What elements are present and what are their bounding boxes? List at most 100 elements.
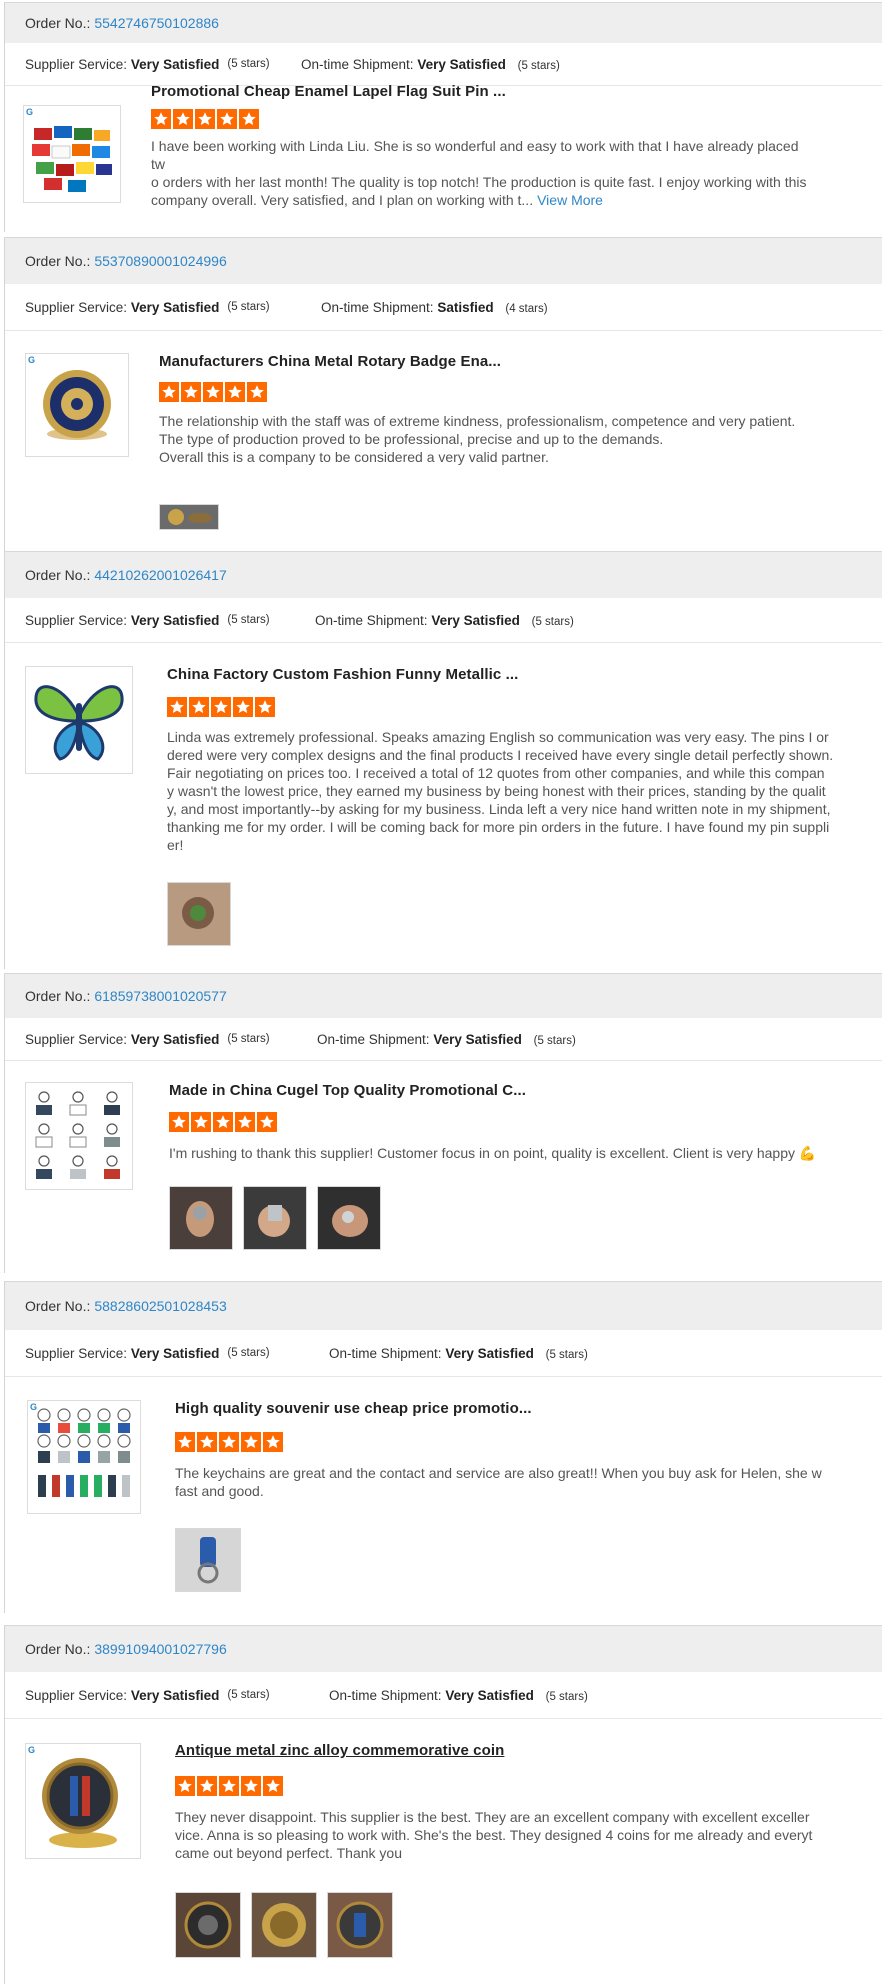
star-rating — [167, 697, 275, 717]
supplier-service-stars: (5 stars) — [227, 1347, 270, 1359]
ontime-shipment-stars: (5 stars) — [545, 1348, 588, 1361]
supplier-service-label: Supplier Service: — [25, 1687, 128, 1703]
review-text: I have been working with Linda Liu. She … — [151, 137, 811, 209]
ontime-shipment-label: On-time Shipment: — [317, 1031, 430, 1047]
order-number-link[interactable]: 61859738001020577 — [94, 988, 226, 1004]
flag-pins-image — [32, 126, 112, 192]
ontime-shipment-label: On-time Shipment: — [321, 299, 434, 315]
star-icon — [257, 1112, 277, 1132]
review-photo[interactable] — [169, 1186, 233, 1250]
review-line: The keychains are great and the contact … — [175, 1465, 822, 1481]
product-title-link[interactable]: High quality souvenir use cheap price pr… — [175, 1400, 532, 1417]
service-row: Supplier Service: Very Satisfied (5 star… — [5, 1018, 882, 1061]
product-title-link[interactable]: Manufacturers China Metal Rotary Badge E… — [159, 353, 501, 370]
order-no-label: Order No.: — [25, 988, 91, 1004]
supplier-service-stars: (5 stars) — [227, 301, 270, 313]
product-thumbnail[interactable]: G — [27, 1400, 141, 1514]
verified-icon: G — [26, 107, 34, 117]
order-bar: Order No.: 5542746750102886 — [5, 3, 882, 43]
review-line: The type of production proved to be prof… — [159, 431, 664, 447]
product-title-link[interactable]: Promotional Cheap Enamel Lapel Flag Suit… — [151, 83, 506, 100]
supplier-service-rating: Very Satisfied — [130, 1687, 220, 1703]
review-line: They never disappoint. This supplier is … — [175, 1809, 810, 1825]
shipment-group: On-time Shipment: Satisfied (4 stars) — [321, 300, 548, 315]
review-photo[interactable] — [251, 1892, 317, 1958]
view-more-link[interactable]: View More — [537, 192, 603, 208]
order-number-link[interactable]: 5542746750102886 — [94, 15, 219, 31]
supplier-service-stars: (5 stars) — [227, 614, 270, 626]
review-line: came out beyond perfect. Thank you — [175, 1845, 402, 1861]
butterfly-pin-image — [34, 685, 124, 761]
star-icon — [241, 1776, 261, 1796]
product-title-link[interactable]: Antique metal zinc alloy commemorative c… — [175, 1742, 504, 1759]
star-icon — [181, 382, 201, 402]
photo-image — [318, 1187, 380, 1249]
star-icon — [233, 697, 253, 717]
review-photo[interactable] — [317, 1186, 381, 1250]
order-number-link[interactable]: 38991094001027796 — [94, 1641, 226, 1657]
shipment-group: On-time Shipment: Very Satisfied (5 star… — [301, 57, 560, 72]
review-line: y wasn't the lowest price, they earned m… — [167, 783, 826, 799]
star-icon — [213, 1112, 233, 1132]
star-icon — [263, 1432, 283, 1452]
order-no-label: Order No.: — [25, 253, 91, 269]
shipment-group: On-time Shipment: Very Satisfied (5 star… — [317, 1032, 576, 1047]
order-bar: Order No.: 44210262001026417 — [5, 552, 882, 598]
star-icon — [197, 1432, 217, 1452]
review-photo[interactable] — [167, 882, 231, 946]
photo-image — [328, 1893, 392, 1957]
product-thumbnail[interactable]: G — [25, 353, 129, 457]
star-icon — [175, 1776, 195, 1796]
ontime-shipment-label: On-time Shipment: — [315, 612, 428, 628]
star-icon — [151, 109, 171, 129]
review-card: Order No.: 61859738001020577 Supplier Se… — [4, 973, 882, 1273]
review-text: The relationship with the staff was of e… — [159, 412, 859, 466]
review-card: Order No.: 58828602501028453 Supplier Se… — [4, 1281, 882, 1613]
supplier-service-label: Supplier Service: — [25, 612, 128, 628]
review-photo[interactable] — [327, 1892, 393, 1958]
ontime-shipment-rating: Very Satisfied — [417, 56, 506, 72]
ontime-shipment-label: On-time Shipment: — [329, 1345, 442, 1361]
order-number-link[interactable]: 58828602501028453 — [94, 1298, 226, 1314]
review-line: o orders with her last month! The qualit… — [151, 174, 807, 190]
shipment-group: On-time Shipment: Very Satisfied (5 star… — [329, 1346, 588, 1361]
product-title-link[interactable]: Made in China Cugel Top Quality Promotio… — [169, 1082, 526, 1099]
product-thumbnail[interactable] — [25, 666, 133, 774]
supplier-service-label: Supplier Service: — [25, 1345, 128, 1361]
review-line: er! — [167, 837, 184, 853]
supplier-service-label: Supplier Service: — [25, 1031, 128, 1047]
ontime-shipment-rating: Satisfied — [437, 299, 494, 315]
product-thumbnail[interactable]: G — [23, 105, 121, 203]
star-icon — [203, 382, 223, 402]
ontime-shipment-stars: (5 stars) — [545, 1690, 588, 1703]
review-photo[interactable] — [175, 1892, 241, 1958]
ontime-shipment-rating: Very Satisfied — [445, 1687, 534, 1703]
order-no-label: Order No.: — [25, 15, 91, 31]
review-photo[interactable] — [159, 504, 219, 530]
order-number-link[interactable]: 44210262001026417 — [94, 567, 226, 583]
review-photo[interactable] — [175, 1528, 241, 1592]
supplier-service-label: Supplier Service: — [25, 299, 128, 315]
service-row: Supplier Service: Very Satisfied (5 star… — [5, 1330, 882, 1377]
star-icon — [247, 382, 267, 402]
star-icon — [197, 1776, 217, 1796]
photo-image — [176, 1893, 240, 1957]
product-thumbnail[interactable] — [25, 1082, 133, 1190]
ontime-shipment-stars: (4 stars) — [505, 302, 548, 315]
review-photo[interactable] — [243, 1186, 307, 1250]
order-number-link[interactable]: 55370890001024996 — [94, 253, 226, 269]
star-icon — [225, 382, 245, 402]
shipment-group: On-time Shipment: Very Satisfied (5 star… — [315, 613, 574, 628]
service-row: Supplier Service: Very Satisfied (5 star… — [5, 1672, 882, 1719]
star-rating — [159, 382, 267, 402]
review-text: The keychains are great and the contact … — [175, 1464, 879, 1500]
ontime-shipment-stars: (5 stars) — [517, 59, 560, 72]
review-text: I'm rushing to thank this supplier! Cust… — [169, 1144, 881, 1162]
review-line: vice. Anna is so pleasing to work with. … — [175, 1827, 813, 1843]
supplier-service-rating: Very Satisfied — [130, 612, 220, 628]
review-line: thanking me for my order. I will be comi… — [167, 819, 830, 835]
product-title-link[interactable]: China Factory Custom Fashion Funny Metal… — [167, 666, 518, 683]
product-thumbnail[interactable]: G — [25, 1743, 141, 1859]
supplier-service-rating: Very Satisfied — [130, 1031, 220, 1047]
star-icon — [211, 697, 231, 717]
